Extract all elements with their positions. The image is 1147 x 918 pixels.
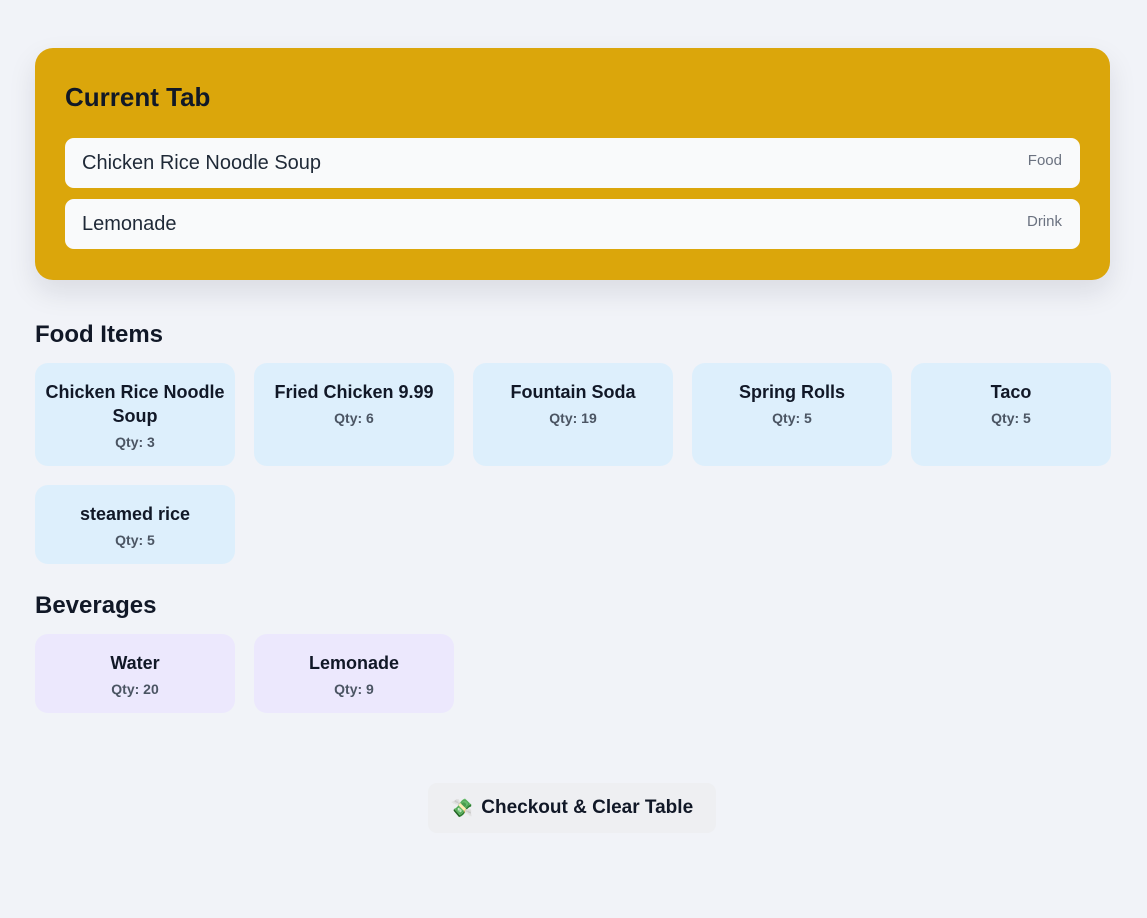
food-item-name: steamed rice [79,504,191,524]
checkout-button-label: Checkout & Clear Table [481,797,694,818]
current-tab-title: Current Tab [65,82,211,112]
food-item-card[interactable]: Fried Chicken 9.99 Qty: 6 [254,363,454,466]
beverages-heading: Beverages [35,592,157,619]
tab-item-name: Lemonade [82,212,177,235]
beverage-item-qty: Qty: 20 [111,681,159,697]
tab-row: Chicken Rice Noodle Soup Food [65,138,1080,188]
food-item-name: Fried Chicken 9.99 [274,382,434,402]
beverage-item-qty: Qty: 9 [334,681,374,697]
beverage-item-card[interactable]: Lemonade Qty: 9 [254,634,454,713]
food-item-card[interactable]: Fountain Soda Qty: 19 [473,363,673,466]
current-tab-panel: Current Tab Chicken Rice Noodle Soup Foo… [35,48,1110,280]
food-item-card[interactable]: Chicken Rice Noodle Soup Qty: 3 [35,363,235,466]
food-items-heading: Food Items [35,321,164,348]
food-item-qty: Qty: 3 [115,434,155,450]
food-item-qty: Qty: 5 [115,532,155,548]
page: Current Tab Chicken Rice Noodle Soup Foo… [0,0,1147,918]
food-item-qty: Qty: 5 [991,410,1031,426]
food-item-name: Taco [990,382,1032,402]
checkout-clear-table-button[interactable]: 💸 Checkout & Clear Table [428,783,716,833]
tab-item-type: Drink [1026,213,1062,230]
food-item-name: Chicken Rice Noodle Soup [45,382,225,426]
beverage-item-name: Water [110,653,160,673]
food-item-card[interactable]: steamed rice Qty: 5 [35,485,235,564]
beverage-item-card[interactable]: Water Qty: 20 [35,634,235,713]
beverages-grid: Water Qty: 20 Lemonade Qty: 9 [35,634,1110,713]
money-icon: 💸 [450,797,474,819]
food-item-name: Spring Rolls [738,382,845,402]
beverage-item-name: Lemonade [308,653,400,673]
tab-item-name: Chicken Rice Noodle Soup [82,151,322,174]
tab-row: Lemonade Drink [65,199,1080,249]
food-item-qty: Qty: 5 [772,410,812,426]
food-item-name: Fountain Soda [510,382,636,402]
food-item-card[interactable]: Taco Qty: 5 [911,363,1111,466]
food-item-qty: Qty: 6 [334,410,374,426]
food-items-grid: Chicken Rice Noodle Soup Qty: 3 Fried Ch… [35,363,1111,564]
food-item-card[interactable]: Spring Rolls Qty: 5 [692,363,892,466]
tab-item-type: Food [1027,152,1062,169]
checkout-area: 💸 Checkout & Clear Table [428,783,716,833]
food-item-qty: Qty: 19 [549,410,597,426]
